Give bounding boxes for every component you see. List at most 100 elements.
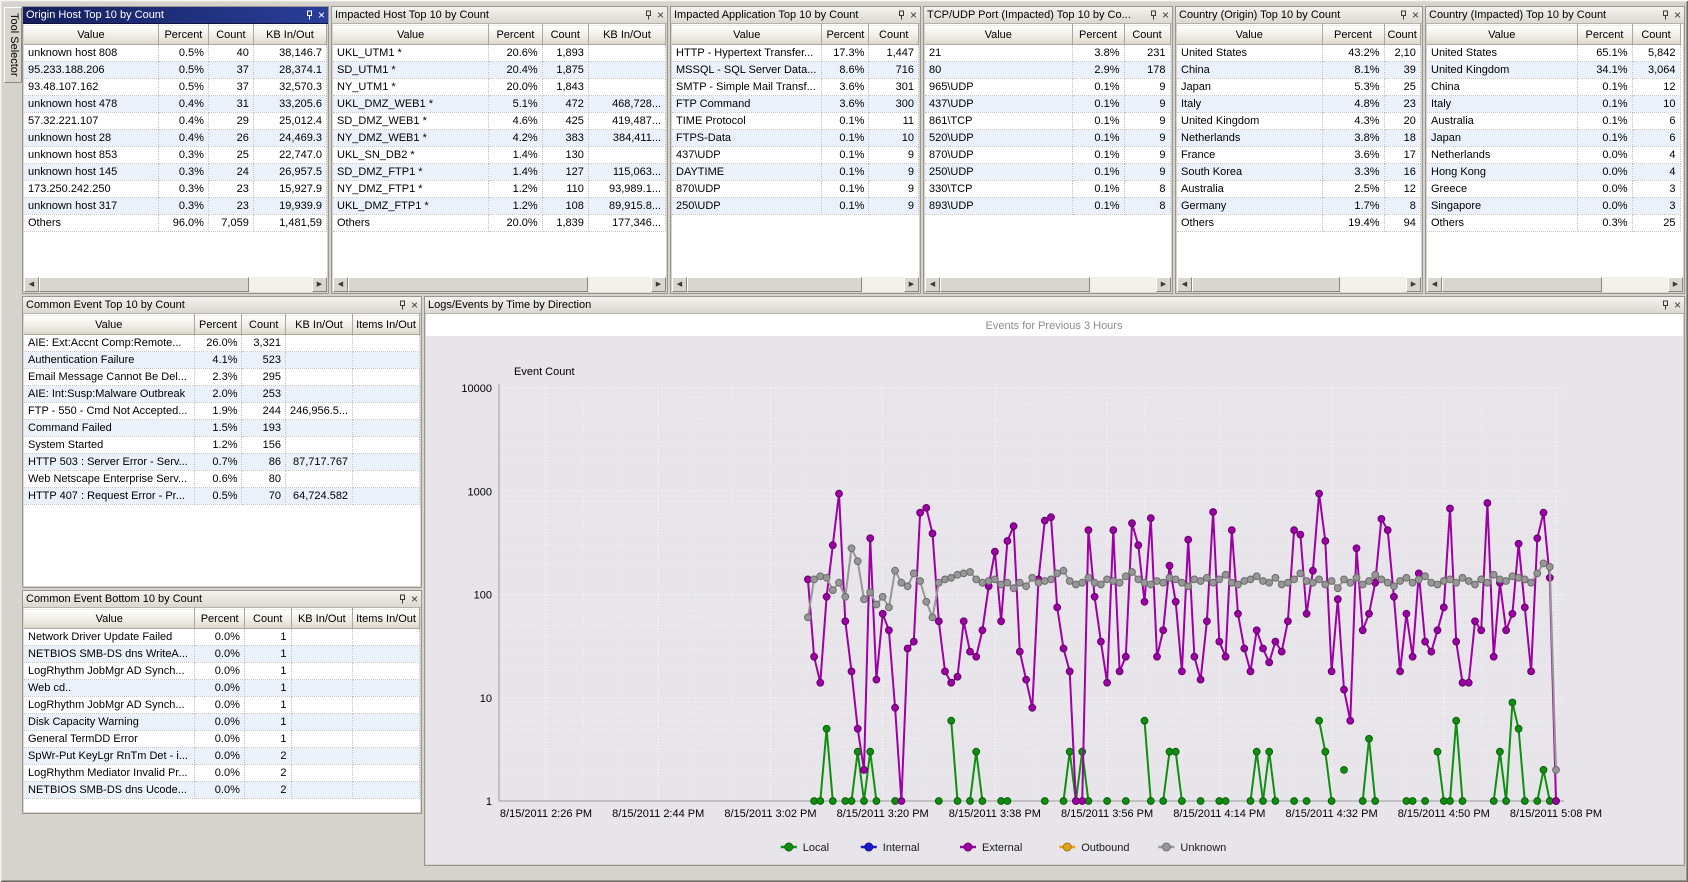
table-row[interactable]: LogRhythm Mediator Invalid Pr...0.0%2 (24, 765, 420, 782)
horizontal-scrollbar[interactable]: ◀ ▶ (333, 277, 666, 292)
table-row[interactable]: 870\UDP0.1%9 (672, 181, 919, 198)
table-row[interactable]: FTP - 550 - Cmd Not Accepted...1.9%24424… (24, 403, 420, 420)
panel-titlebar[interactable]: Impacted Application Top 10 by Count × (671, 7, 920, 24)
column-header-kb-in-out[interactable]: KB In/Out (285, 315, 352, 335)
table-row[interactable]: Others20.0%1,839177,346... (333, 215, 666, 232)
table-row[interactable]: HTTP - Hypertext Transfer...17.3%1,447 (672, 45, 919, 62)
table-row[interactable]: Japan0.1%6 (1427, 130, 1680, 147)
table-row[interactable]: 173.250.242.2500.3%2315,927.9 (24, 181, 327, 198)
column-header-count[interactable]: Count (869, 25, 919, 45)
column-header-value[interactable]: Value (24, 25, 158, 45)
table-row[interactable]: 93.48.107.1620.5%3732,570.3 (24, 79, 327, 96)
pin-icon[interactable] (398, 300, 407, 311)
table-row[interactable]: UKL_UTM1 *20.6%1,893 (333, 45, 666, 62)
table-row[interactable]: Netherlands3.8%18 (1177, 130, 1420, 147)
table-row[interactable]: Command Failed1.5%193 (24, 420, 420, 437)
column-header-count[interactable]: Count (1124, 25, 1170, 45)
column-header-count[interactable]: Count (1632, 25, 1680, 45)
table-row[interactable]: France3.6%17 (1177, 147, 1420, 164)
column-header-count[interactable]: Count (542, 25, 588, 45)
panel-titlebar[interactable]: TCP/UDP Port (Impacted) Top 10 by Co... … (924, 7, 1172, 24)
close-icon[interactable]: × (1674, 300, 1681, 310)
panel-titlebar[interactable]: Common Event Bottom 10 by Count × (23, 591, 421, 608)
table-row[interactable]: Web Netscape Enterprise Serv...0.6%80 (24, 471, 420, 488)
table-row[interactable]: unknown host 8530.3%2522,747.0 (24, 147, 327, 164)
table-row[interactable]: Authentication Failure4.1%523 (24, 352, 420, 369)
panel-titlebar[interactable]: Origin Host Top 10 by Count × (23, 7, 328, 24)
table-row[interactable]: Others0.3%25 (1427, 215, 1680, 232)
table-row[interactable]: MSSQL - SQL Server Data...8.6%716 (672, 62, 919, 79)
table-row[interactable]: FTPS-Data0.1%10 (672, 130, 919, 147)
table-row[interactable]: Network Driver Update Failed0.0%1 (24, 629, 420, 646)
close-icon[interactable]: × (318, 10, 325, 20)
scrollbar-track[interactable] (249, 277, 312, 292)
table-row[interactable]: unknown host 280.4%2624,469.3 (24, 130, 327, 147)
table-row[interactable]: AIE: Int:Susp:Malware Outbreak2.0%253 (24, 386, 420, 403)
column-header-kb-in-out[interactable]: KB In/Out (291, 609, 353, 629)
column-header-value[interactable]: Value (672, 25, 822, 45)
scrollbar-thumb[interactable] (1442, 277, 1602, 292)
table-row[interactable]: 893\UDP0.1%8 (925, 198, 1170, 215)
column-header-count[interactable]: Count (244, 609, 291, 629)
scrollbar-thumb[interactable] (39, 277, 249, 292)
table-row[interactable]: UKL_DMZ_FTP1 *1.2%10889,915.8... (333, 198, 666, 215)
pin-icon[interactable] (1149, 10, 1158, 21)
table-row[interactable]: SMTP - Simple Mail Transf...3.6%301 (672, 79, 919, 96)
scrollbar-track[interactable] (1602, 277, 1668, 292)
table-row[interactable]: United States43.2%2,10 (1177, 45, 1420, 62)
column-header-percent[interactable]: Percent (195, 609, 244, 629)
table-row[interactable]: unknown host 8080.5%4038,146.7 (24, 45, 327, 62)
table-row[interactable]: HTTP 503 : Server Error - Serv...0.7%868… (24, 454, 420, 471)
column-header-items-in-out[interactable]: Items In/Out (353, 609, 420, 629)
close-icon[interactable]: × (411, 300, 418, 310)
table-row[interactable]: Hong Kong0.0%4 (1427, 164, 1680, 181)
panel-titlebar[interactable]: Logs/Events by Time by Direction × (425, 297, 1684, 314)
scrollbar-thumb[interactable] (940, 277, 1090, 292)
close-icon[interactable]: × (411, 594, 418, 604)
table-row[interactable]: UKL_DMZ_WEB1 *5.1%472468,728... (333, 96, 666, 113)
scrollbar-thumb[interactable] (348, 277, 588, 292)
table-row[interactable]: LogRhythm JobMgr AD Synch...0.0%1 (24, 663, 420, 680)
scrollbar-track[interactable] (588, 277, 651, 292)
column-header-percent[interactable]: Percent (1577, 25, 1632, 45)
table-row[interactable]: HTTP 407 : Request Error - Pr...0.5%7064… (24, 488, 420, 505)
table-row[interactable]: China8.1%39 (1177, 62, 1420, 79)
table-row[interactable]: 213.8%231 (925, 45, 1170, 62)
pin-icon[interactable] (1399, 10, 1408, 21)
table-row[interactable]: Italy4.8%23 (1177, 96, 1420, 113)
panel-titlebar[interactable]: Country (Impacted) Top 10 by Count × (1426, 7, 1684, 24)
table-row[interactable]: SD_DMZ_WEB1 *4.6%425419,487... (333, 113, 666, 130)
table-row[interactable]: AIE: Ext:Accnt Comp:Remote...26.0%3,321 (24, 335, 420, 352)
horizontal-scrollbar[interactable]: ◀ ▶ (1177, 277, 1421, 292)
column-header-percent[interactable]: Percent (489, 25, 542, 45)
close-icon[interactable]: × (910, 10, 917, 20)
table-row[interactable]: 861\TCP0.1%9 (925, 113, 1170, 130)
scrollbar-thumb[interactable] (1192, 277, 1340, 292)
table-row[interactable]: South Korea3.3%16 (1177, 164, 1420, 181)
column-header-percent[interactable]: Percent (822, 25, 869, 45)
table-row[interactable]: unknown host 4780.4%3133,205.6 (24, 96, 327, 113)
table-row[interactable]: LogRhythm JobMgr AD Synch...0.0%1 (24, 697, 420, 714)
table-row[interactable]: TIME Protocol0.1%11 (672, 113, 919, 130)
table-row[interactable]: unknown host 1450.3%2426,957.5 (24, 164, 327, 181)
scrollbar-track[interactable] (1090, 277, 1156, 292)
table-row[interactable]: Netherlands0.0%4 (1427, 147, 1680, 164)
table-row[interactable]: Australia2.5%12 (1177, 181, 1420, 198)
table-row[interactable]: NETBIOS SMB-DS dns WriteA...0.0%1 (24, 646, 420, 663)
table-row[interactable]: Others19.4%94 (1177, 215, 1420, 232)
table-row[interactable]: Italy0.1%10 (1427, 96, 1680, 113)
table-row[interactable]: NY_DMZ_FTP1 *1.2%11093,989.1... (333, 181, 666, 198)
pin-icon[interactable] (305, 10, 314, 21)
table-row[interactable]: 250\UDP0.1%9 (672, 198, 919, 215)
panel-titlebar[interactable]: Common Event Top 10 by Count × (23, 297, 421, 314)
table-row[interactable]: Australia0.1%6 (1427, 113, 1680, 130)
table-row[interactable]: United Kingdom34.1%3,064 (1427, 62, 1680, 79)
column-header-value[interactable]: Value (1427, 25, 1577, 45)
scrollbar-track[interactable] (862, 277, 904, 292)
table-row[interactable]: Email Message Cannot Be Del...2.3%295 (24, 369, 420, 386)
table-row[interactable]: 250\UDP0.1%9 (925, 164, 1170, 181)
column-header-value[interactable]: Value (1177, 25, 1322, 45)
column-header-percent[interactable]: Percent (158, 25, 208, 45)
pin-icon[interactable] (1661, 300, 1670, 311)
pin-icon[interactable] (644, 10, 653, 21)
